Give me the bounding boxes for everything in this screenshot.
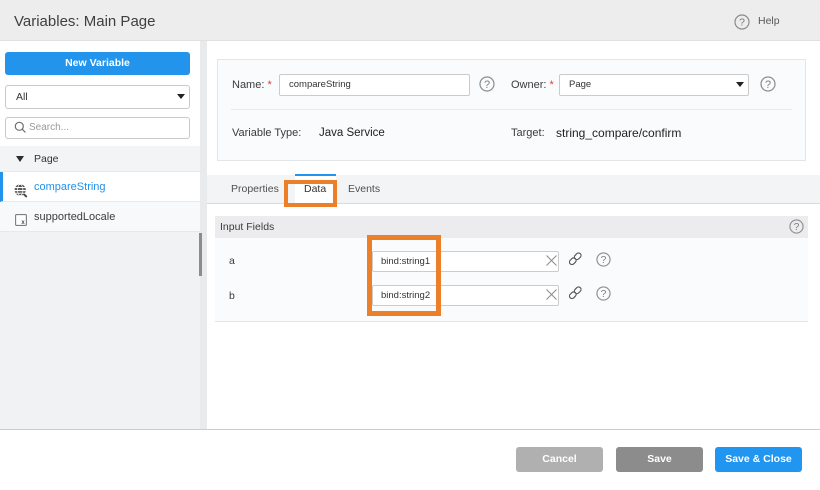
svg-text:?: ? xyxy=(601,255,607,266)
svg-text:?: ? xyxy=(484,79,490,91)
svg-text:?: ? xyxy=(794,222,800,233)
svg-text:?: ? xyxy=(739,17,745,29)
svg-text:?: ? xyxy=(601,289,607,300)
svg-text:?: ? xyxy=(765,79,771,91)
